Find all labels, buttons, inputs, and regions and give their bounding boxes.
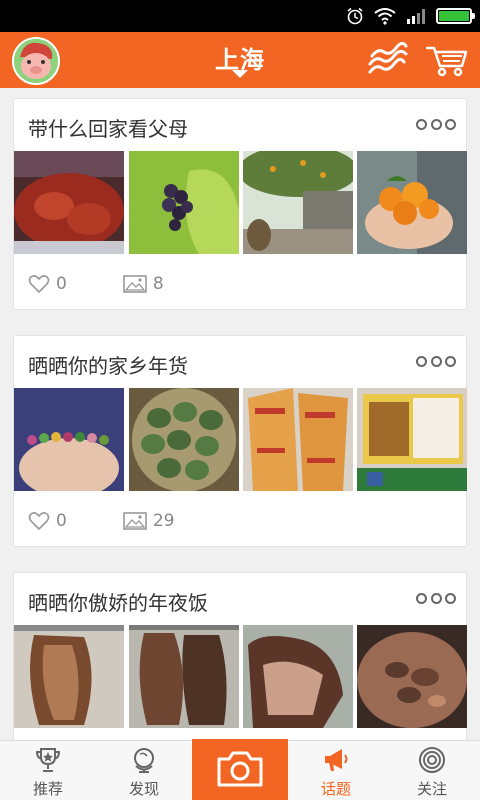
topic-title[interactable]: 晒晒你傲娇的年夜饭 [28, 587, 208, 616]
photo-strip [14, 625, 468, 728]
photo-thumb[interactable] [129, 151, 239, 254]
tab-label: 话题 [320, 780, 351, 798]
topic-card[interactable]: 晒晒你的家乡年货 0 29 [13, 335, 467, 547]
photo-strip [14, 388, 468, 491]
cart-icon[interactable] [424, 42, 468, 78]
target-icon [419, 747, 445, 773]
like-count: 0 [56, 274, 67, 294]
heart-icon [28, 275, 50, 294]
image-icon [123, 512, 147, 530]
tab-follow[interactable]: 关注 [384, 741, 480, 800]
photo-thumb[interactable] [357, 625, 467, 728]
photo-strip [14, 151, 468, 254]
photo-thumb[interactable] [243, 151, 353, 254]
photo-count-stat[interactable]: 29 [123, 511, 175, 531]
photo-count-stat[interactable]: 8 [123, 274, 164, 294]
image-icon [123, 275, 147, 293]
topic-title[interactable]: 晒晒你的家乡年货 [28, 350, 188, 379]
photo-thumb[interactable] [243, 625, 353, 728]
photo-count: 8 [152, 274, 164, 294]
top-bar: 上海 [0, 32, 480, 88]
like-count: 0 [56, 511, 67, 531]
camera-icon [217, 751, 263, 787]
topic-feed[interactable]: 带什么回家看父母 0 8 晒晒你的家乡年货 0 29 晒晒你傲娇的年夜饭 [0, 88, 480, 740]
more-options-icon[interactable] [416, 119, 456, 131]
photo-thumb[interactable] [357, 388, 467, 491]
topic-card[interactable]: 晒晒你傲娇的年夜饭 [13, 572, 467, 740]
more-options-icon[interactable] [416, 356, 456, 368]
like-stat[interactable]: 0 [28, 274, 67, 294]
trophy-icon [35, 748, 61, 772]
more-options-icon[interactable] [416, 593, 456, 605]
status-icons [346, 6, 475, 26]
status-bar [0, 0, 480, 32]
topic-card[interactable]: 带什么回家看父母 0 8 [13, 98, 467, 310]
photo-thumb[interactable] [129, 388, 239, 491]
tab-recommend[interactable]: 推荐 [0, 741, 96, 800]
alarm-icon [347, 7, 363, 25]
topic-stats: 0 29 [28, 510, 230, 532]
tab-label: 关注 [416, 780, 447, 798]
megaphone-icon [325, 749, 348, 771]
photo-thumb[interactable] [243, 388, 353, 491]
photo-thumb[interactable] [14, 388, 124, 491]
photo-thumb[interactable] [14, 625, 124, 728]
photo-thumb[interactable] [14, 151, 124, 254]
bottom-nav: 推荐 发现 话题 关注 [0, 739, 480, 800]
photo-count: 29 [152, 511, 175, 531]
tab-label: 发现 [128, 780, 159, 798]
wifi-icon [374, 8, 396, 25]
topic-title[interactable]: 带什么回家看父母 [28, 113, 188, 142]
tab-topics[interactable]: 话题 [288, 741, 384, 800]
shake-waves-icon[interactable] [366, 42, 410, 78]
signal-icon [407, 9, 425, 24]
tab-label: 推荐 [32, 780, 63, 798]
battery-level [439, 11, 469, 21]
battery-icon [436, 8, 475, 24]
photo-thumb[interactable] [129, 625, 239, 728]
topic-stats: 0 8 [28, 273, 220, 295]
like-stat[interactable]: 0 [28, 511, 67, 531]
globe-icon [134, 748, 154, 773]
heart-icon [28, 512, 50, 531]
tab-discover[interactable]: 发现 [96, 741, 192, 800]
camera-button[interactable] [192, 739, 288, 800]
photo-thumb[interactable] [357, 151, 467, 254]
chevron-down-icon[interactable] [232, 70, 248, 78]
